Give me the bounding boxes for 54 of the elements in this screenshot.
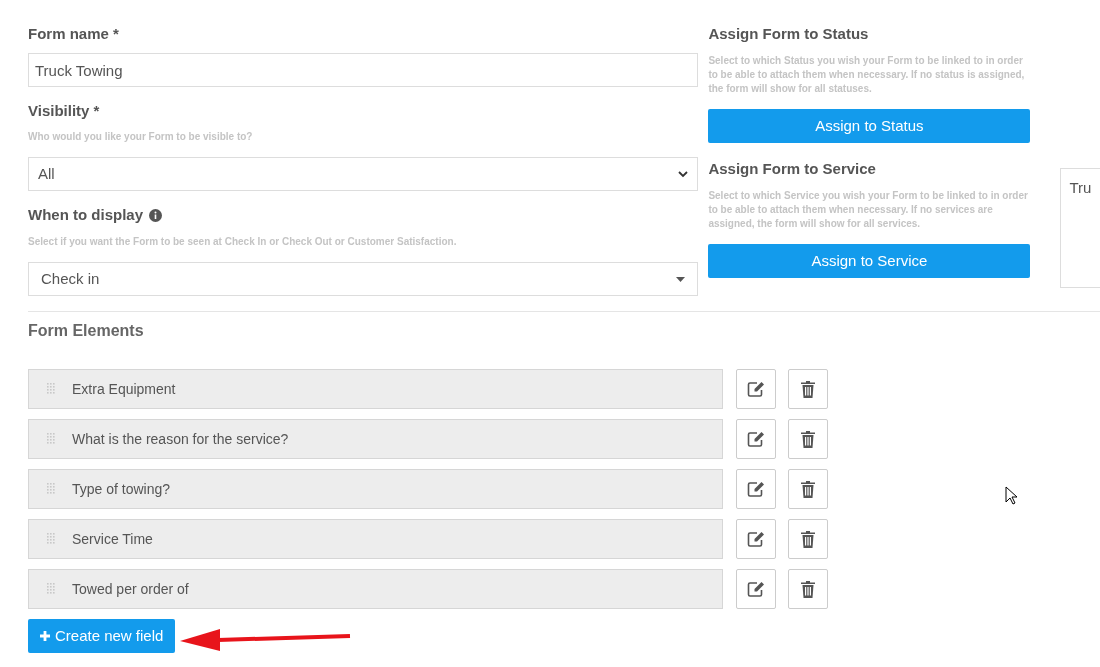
- trash-icon: [801, 380, 815, 398]
- trash-icon: [801, 430, 815, 448]
- form-element-row[interactable]: Extra Equipment: [28, 369, 723, 409]
- form-element-row[interactable]: Service Time: [28, 519, 723, 559]
- drag-handle-icon[interactable]: [47, 433, 55, 445]
- edit-button[interactable]: [736, 569, 776, 609]
- plus-icon: [40, 631, 50, 641]
- field-label: When to display: [28, 205, 143, 225]
- edit-icon: [747, 581, 765, 597]
- field-label: Form name *: [28, 24, 120, 44]
- drag-handle-icon[interactable]: [47, 483, 55, 495]
- form-element-label: Service Time: [72, 529, 153, 549]
- help-text: Select to which Service you wish your Form to be linked to in order to be able to attach them when necessary. If no services are assigned, the form will show for all services.: [708, 189, 1029, 231]
- form-element-label: Type of towing?: [72, 479, 171, 499]
- delete-button[interactable]: [788, 569, 828, 609]
- form-element-row[interactable]: What is the reason for the service?: [28, 419, 723, 459]
- help-text: Select if you want the Form to be seen at Check In or Check Out or Customer Satisfaction.: [28, 235, 458, 249]
- form-name-input[interactable]: Truck Towing: [28, 53, 699, 87]
- trash-icon: [801, 580, 815, 598]
- form-element-row[interactable]: Towed per order of: [28, 569, 723, 609]
- field-label: Visibility *: [28, 101, 101, 121]
- form-element-label: Towed per order of: [72, 579, 189, 599]
- edit-button[interactable]: [736, 469, 776, 509]
- field-label: Assign Form to Status: [708, 24, 870, 44]
- section-title: Form Elements: [28, 321, 145, 341]
- help-text: Who would you like your Form to be visible to?: [28, 130, 254, 144]
- drag-handle-icon[interactable]: [47, 583, 55, 595]
- mouse-cursor-icon: [1005, 486, 1018, 505]
- caret-down-icon: [676, 276, 686, 282]
- trash-icon: [801, 530, 815, 548]
- edit-button[interactable]: [736, 369, 776, 409]
- display-select[interactable]: Check in: [28, 262, 699, 296]
- delete-button[interactable]: [788, 469, 828, 509]
- edit-icon: [747, 431, 765, 447]
- edit-icon: [747, 531, 765, 547]
- edit-icon: [747, 381, 765, 397]
- delete-button[interactable]: [788, 519, 828, 559]
- delete-button[interactable]: [788, 419, 828, 459]
- visibility-select[interactable]: All: [28, 157, 699, 191]
- info-icon: [149, 208, 162, 222]
- edit-icon: [747, 481, 765, 497]
- help-text: Select to which Status you wish your Form to be linked to in order to be able to attach them when necessary. If no status is assigned, the form will show for all statuses.: [708, 54, 1026, 96]
- side-panel-text: Tru: [1069, 179, 1092, 196]
- edit-button[interactable]: [736, 419, 776, 459]
- chevron-down-icon: [678, 170, 689, 178]
- form-element-label: What is the reason for the service?: [72, 429, 289, 449]
- delete-button[interactable]: [788, 369, 828, 409]
- field-label: Assign Form to Service: [708, 159, 877, 179]
- trash-icon: [801, 480, 815, 498]
- drag-handle-icon[interactable]: [47, 533, 55, 545]
- form-element-row[interactable]: Type of towing?: [28, 469, 723, 509]
- form-element-label: Extra Equipment: [72, 379, 176, 399]
- edit-button[interactable]: [736, 519, 776, 559]
- drag-handle-icon[interactable]: [47, 383, 55, 395]
